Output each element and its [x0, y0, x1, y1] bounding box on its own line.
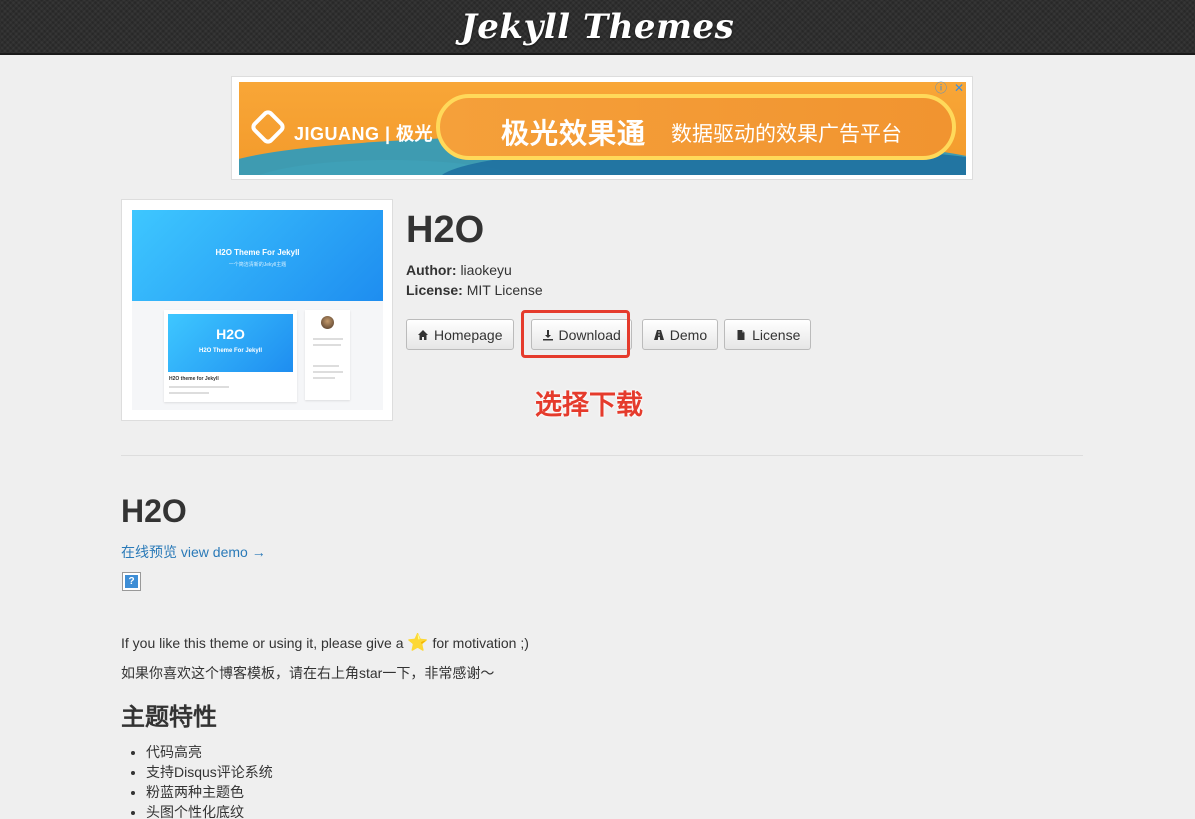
- like-text-after: for motivation ;): [432, 635, 529, 651]
- ad-frame: JIGUANG | 极光 极光效果通 数据驱动的效果广告平台 ⓘ ✕: [231, 76, 973, 180]
- ad-headline: 极光效果通: [501, 118, 647, 149]
- license-value: MIT License: [466, 282, 543, 298]
- site-header: Jekyll Themes: [0, 0, 1195, 55]
- thumb-card-tagline: H2O Theme For Jekyll: [198, 348, 263, 354]
- close-icon[interactable]: ✕: [952, 81, 966, 95]
- list-item: 粉蓝两种主题色: [146, 782, 273, 802]
- ad-brand: JIGUANG | 极光: [294, 124, 434, 144]
- license-button[interactable]: License: [724, 319, 812, 350]
- homepage-label: Homepage: [434, 326, 503, 343]
- home-icon: [418, 329, 428, 340]
- author-line: Author: liaokeyu: [406, 262, 512, 278]
- site-title[interactable]: Jekyll Themes: [461, 7, 735, 47]
- list-item: 代码高亮: [146, 742, 273, 762]
- road-icon: [653, 329, 664, 340]
- license-line: License: MIT License: [406, 282, 543, 298]
- view-demo-link[interactable]: 在线预览 view demo →: [121, 542, 266, 562]
- like-paragraph: If you like this theme or using it, plea…: [121, 633, 529, 653]
- thumb-card-title: H2O theme for Jekyll: [169, 376, 219, 382]
- info-icon[interactable]: ⓘ: [934, 81, 948, 95]
- ad-tagline: 数据驱动的效果广告平台: [671, 123, 902, 146]
- thumbnail-image: H2O Theme For Jekyll 一个简洁清新的Jekyll主题 H2O…: [132, 210, 383, 410]
- like-text-before: If you like this theme or using it, plea…: [121, 635, 404, 651]
- ad-controls: ⓘ ✕: [934, 81, 966, 95]
- theme-thumbnail[interactable]: H2O Theme For Jekyll 一个简洁清新的Jekyll主题 H2O…: [121, 199, 393, 421]
- author-label: Author:: [406, 262, 457, 278]
- demo-button[interactable]: Demo: [641, 319, 719, 350]
- features-list: 代码高亮 支持Disqus评论系统 粉蓝两种主题色 头图个性化底纹: [146, 742, 273, 819]
- broken-image-glyph: ?: [125, 575, 138, 588]
- author-value: liaokeyu: [460, 262, 512, 278]
- thumb-hero-sub: 一个简洁清新的Jekyll主题: [228, 262, 287, 268]
- features-title: 主题特性: [121, 704, 217, 731]
- list-item: 支持Disqus评论系统: [146, 762, 273, 782]
- annotation-text: 选择下载: [535, 390, 643, 420]
- readme-title: H2O: [121, 493, 187, 529]
- ad-banner[interactable]: JIGUANG | 极光 极光效果通 数据驱动的效果广告平台: [239, 82, 966, 175]
- jiguang-logo-icon: [248, 107, 288, 147]
- broken-image-icon: ?: [122, 572, 141, 591]
- demo-label: Demo: [669, 326, 708, 343]
- thanks-paragraph: 如果你喜欢这个博客模板，请在右上角star一下，非常感谢～: [121, 665, 495, 681]
- thumb-avatar: [321, 316, 334, 329]
- thumb-hero-title: H2O Theme For Jekyll: [215, 248, 300, 257]
- file-icon: [737, 329, 745, 340]
- thumb-card-logo: H2O: [216, 326, 245, 342]
- star-icon: ⭐: [407, 633, 429, 652]
- divider: [121, 455, 1083, 456]
- list-item: 头图个性化底纹: [146, 802, 273, 819]
- license-label: License:: [406, 282, 463, 298]
- license-button-label: License: [752, 326, 801, 343]
- homepage-button[interactable]: Homepage: [406, 319, 514, 350]
- download-highlight-box: [521, 310, 630, 358]
- theme-title: H2O: [406, 209, 485, 251]
